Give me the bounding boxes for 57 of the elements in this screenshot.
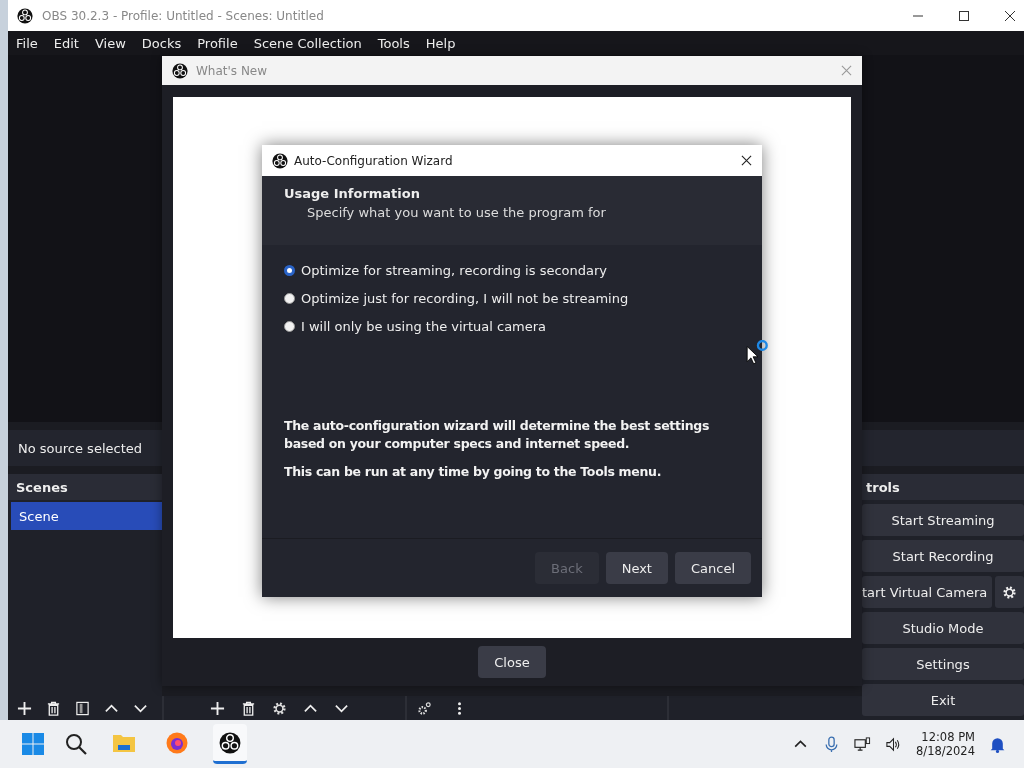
radio-option[interactable]: Optimize for streaming, recording is secondary (284, 261, 740, 279)
menu-item[interactable]: Scene Collection (253, 35, 362, 51)
control-button[interactable]: Studio Mode (862, 612, 1024, 644)
clock-date: 8/18/2024 (916, 744, 975, 758)
search-icon[interactable] (64, 732, 88, 756)
start-icon[interactable] (21, 732, 45, 756)
trash-icon[interactable] (241, 700, 256, 716)
radio-option[interactable]: I will only be using the virtual camera (284, 317, 740, 335)
virtual-camera-button[interactable]: tart Virtual Camera (862, 576, 992, 608)
window-title: OBS 30.2.3 - Profile: Untitled - Scenes: Untitled (42, 8, 324, 23)
page-heading: Usage Information (284, 186, 421, 201)
wizard-button[interactable]: Next (605, 552, 668, 584)
control-button[interactable]: Start Streaming (862, 504, 1024, 536)
menu-item[interactable]: View (94, 35, 126, 51)
menu-item[interactable]: Docks (141, 35, 182, 51)
busy-cursor-icon (745, 340, 771, 366)
network-icon[interactable] (854, 735, 872, 753)
control-button[interactable]: Exit (862, 684, 1024, 716)
menu-item[interactable]: File (16, 35, 38, 51)
control-button[interactable]: Settings (862, 648, 1024, 680)
radio-option[interactable]: Optimize just for recording, I will not be streaming (284, 289, 740, 307)
info-text: This can be run at any time by going to the Tools menu. (284, 463, 663, 481)
obs-logo-icon (272, 152, 288, 169)
close-button[interactable]: Close (478, 646, 546, 678)
close-icon[interactable] (1004, 9, 1016, 22)
dock-title: trols (866, 479, 900, 495)
clock[interactable]: 12:08 PM 8/18/2024 (916, 730, 975, 758)
menu-item[interactable]: Edit (53, 35, 79, 51)
obs-logo-icon (172, 62, 188, 79)
dock-title: Scenes (16, 479, 68, 495)
source-status: No source selected (18, 440, 142, 456)
dialog-title: What's New (196, 63, 269, 78)
add-icon[interactable] (210, 700, 225, 716)
dialog-title: Auto-Configuration Wizard (294, 153, 454, 168)
close-icon[interactable] (741, 155, 752, 166)
menu-item[interactable]: Help (425, 35, 456, 51)
trash-icon[interactable] (46, 700, 61, 716)
info-text: The auto-configuration wizard will determine the best settings based on your computer specs and internet speed. (284, 417, 711, 453)
browser-icon (165, 730, 189, 755)
obs-app-icon (219, 731, 241, 754)
control-button[interactable]: Start Recording (862, 540, 1024, 572)
gears-icon[interactable] (417, 700, 432, 716)
camera-settings-button[interactable] (995, 576, 1024, 608)
add-icon[interactable] (17, 700, 32, 716)
gear-icon[interactable] (272, 700, 287, 716)
page-subheading: Specify what you want to use the program for (306, 205, 607, 220)
clock-time: 12:08 PM (921, 730, 975, 744)
wizard-button[interactable]: Cancel (674, 552, 751, 584)
menu-item[interactable]: Profile (197, 35, 238, 51)
obs-logo-icon (17, 7, 33, 24)
gear-icon (1002, 584, 1017, 600)
taskbar-app[interactable] (213, 724, 247, 764)
bell-icon[interactable] (989, 735, 1006, 753)
scene-item[interactable]: Scene (11, 502, 162, 530)
filter-icon[interactable] (75, 700, 90, 716)
maximize-icon[interactable] (958, 9, 970, 22)
menu-item[interactable]: Tools (377, 35, 410, 51)
